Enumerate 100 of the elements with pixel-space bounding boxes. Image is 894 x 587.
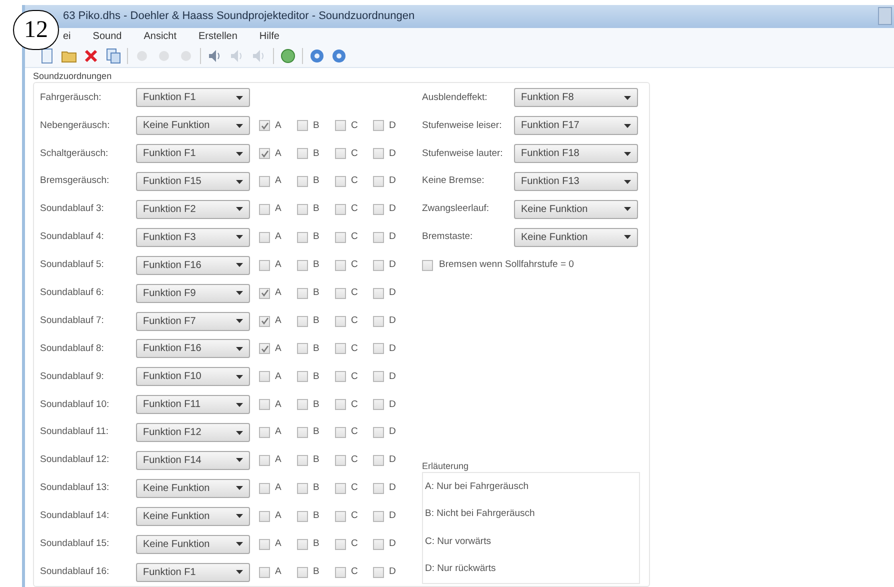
- checkbox[interactable]: [297, 148, 308, 160]
- checkbox[interactable]: [297, 454, 308, 466]
- checkbox[interactable]: [259, 176, 270, 188]
- function-dropdown[interactable]: Funktion F16: [136, 339, 250, 358]
- checkbox[interactable]: [259, 343, 270, 354]
- checkbox[interactable]: [259, 148, 270, 160]
- checkbox[interactable]: [259, 260, 270, 271]
- checkbox[interactable]: [335, 316, 346, 327]
- checkbox[interactable]: [297, 399, 308, 410]
- checkbox[interactable]: [259, 371, 270, 382]
- function-dropdown[interactable]: Funktion F18: [514, 144, 638, 164]
- checkbox[interactable]: [335, 427, 346, 438]
- checkbox[interactable]: [335, 482, 346, 494]
- checkbox[interactable]: [335, 120, 346, 132]
- checkbox[interactable]: [373, 343, 384, 354]
- function-dropdown[interactable]: Keine Funktion: [136, 534, 250, 554]
- function-dropdown[interactable]: Funktion F1: [136, 562, 250, 582]
- function-dropdown[interactable]: Keine Funktion: [136, 116, 250, 136]
- checkbox[interactable]: [259, 427, 270, 438]
- checkbox[interactable]: [297, 510, 308, 522]
- checkbox[interactable]: [373, 260, 384, 271]
- checkbox[interactable]: [422, 260, 433, 271]
- checkbox[interactable]: [297, 427, 308, 438]
- checkbox[interactable]: [373, 482, 384, 494]
- function-dropdown[interactable]: Funktion F7: [136, 312, 250, 331]
- function-dropdown[interactable]: Funktion F15: [136, 172, 250, 192]
- checkbox[interactable]: [335, 176, 346, 188]
- checkbox[interactable]: [373, 371, 384, 382]
- checkbox[interactable]: [373, 232, 384, 243]
- checkbox[interactable]: [259, 120, 270, 132]
- checkbox[interactable]: [297, 316, 308, 327]
- function-dropdown[interactable]: Funktion F1: [136, 88, 250, 108]
- function-dropdown[interactable]: Keine Funktion: [136, 478, 250, 498]
- menu-item[interactable]: Sound: [92, 29, 122, 44]
- checkbox[interactable]: [259, 288, 270, 299]
- function-dropdown[interactable]: Keine Funktion: [514, 200, 638, 219]
- checkbox[interactable]: [259, 232, 270, 243]
- checkbox[interactable]: [373, 510, 384, 522]
- checkbox[interactable]: [259, 204, 270, 215]
- checkbox[interactable]: [259, 454, 270, 466]
- checkbox[interactable]: [373, 454, 384, 466]
- function-dropdown[interactable]: Funktion F16: [136, 256, 250, 275]
- checkbox[interactable]: [259, 538, 270, 550]
- checkbox[interactable]: [259, 316, 270, 327]
- checkbox[interactable]: [335, 343, 346, 354]
- delete-icon[interactable]: [83, 48, 99, 64]
- checkbox[interactable]: [297, 204, 308, 215]
- function-dropdown[interactable]: Funktion F1: [136, 144, 250, 164]
- checkbox[interactable]: [335, 232, 346, 243]
- new-document-icon[interactable]: [39, 48, 55, 64]
- checkbox[interactable]: [373, 120, 384, 132]
- function-dropdown[interactable]: Funktion F12: [136, 423, 250, 442]
- checkbox[interactable]: [259, 510, 270, 522]
- checkbox[interactable]: [373, 427, 384, 438]
- checkbox[interactable]: [373, 538, 384, 550]
- checkbox[interactable]: [297, 343, 308, 354]
- function-dropdown[interactable]: Funktion F9: [136, 284, 250, 303]
- checkbox[interactable]: [335, 371, 346, 382]
- menu-item[interactable]: Ansicht: [144, 29, 177, 44]
- checkbox[interactable]: [259, 566, 270, 578]
- checkbox[interactable]: [297, 538, 308, 550]
- checkbox[interactable]: [335, 260, 346, 271]
- document-icon[interactable]: [105, 48, 121, 64]
- function-dropdown[interactable]: Funktion F11: [136, 395, 250, 414]
- checkbox[interactable]: [297, 260, 308, 271]
- checkbox[interactable]: [335, 399, 346, 410]
- checkbox[interactable]: [297, 288, 308, 299]
- checkbox[interactable]: [335, 288, 346, 299]
- checkbox[interactable]: [297, 482, 308, 494]
- checkbox[interactable]: [297, 120, 308, 132]
- function-dropdown[interactable]: Funktion F13: [514, 172, 638, 192]
- function-dropdown[interactable]: Keine Funktion: [136, 506, 250, 526]
- checkbox[interactable]: [297, 371, 308, 382]
- function-dropdown[interactable]: Keine Funktion: [514, 228, 638, 247]
- checkbox[interactable]: [373, 288, 384, 299]
- function-dropdown[interactable]: Funktion F2: [136, 200, 250, 219]
- checkbox[interactable]: [335, 510, 346, 522]
- checkbox[interactable]: [335, 538, 346, 550]
- function-dropdown[interactable]: Funktion F3: [136, 228, 250, 247]
- menu-item[interactable]: Erstellen: [198, 29, 238, 44]
- checkbox[interactable]: [373, 566, 384, 578]
- checkbox[interactable]: [373, 316, 384, 327]
- checkbox[interactable]: [373, 176, 384, 188]
- function-dropdown[interactable]: Funktion F10: [136, 367, 250, 386]
- menu-item[interactable]: ei: [63, 29, 71, 44]
- checkbox[interactable]: [297, 232, 308, 243]
- checkbox[interactable]: [373, 399, 384, 410]
- checkbox[interactable]: [259, 482, 270, 494]
- checkbox[interactable]: [335, 204, 346, 215]
- window-control-button[interactable]: [878, 7, 892, 26]
- checkbox[interactable]: [297, 566, 308, 578]
- checkbox[interactable]: [373, 204, 384, 215]
- function-dropdown[interactable]: Funktion F14: [136, 450, 250, 470]
- function-dropdown[interactable]: Funktion F17: [514, 116, 638, 136]
- checkbox[interactable]: [335, 566, 346, 578]
- checkbox[interactable]: [335, 454, 346, 466]
- checkbox[interactable]: [373, 148, 384, 160]
- function-dropdown[interactable]: Funktion F8: [514, 88, 638, 108]
- menu-item[interactable]: Hilfe: [259, 29, 280, 44]
- checkbox[interactable]: [335, 148, 346, 160]
